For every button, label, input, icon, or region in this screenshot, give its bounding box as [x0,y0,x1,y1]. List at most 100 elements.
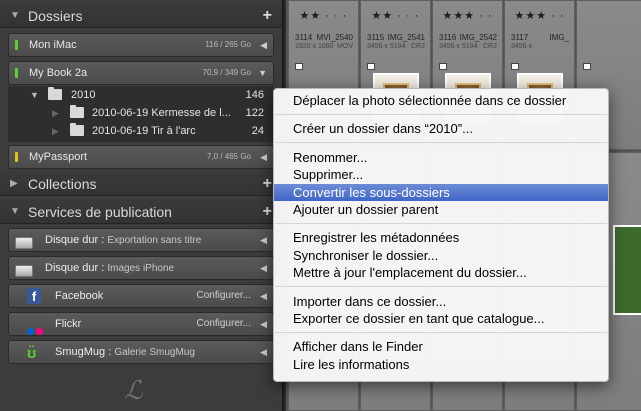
menu-item[interactable]: Enregistrer les métadonnées [274,229,608,246]
photo-filename: IMG_2541 [387,33,425,42]
menu-separator [275,331,607,333]
disclosure-triangle-icon[interactable]: ▼ [10,200,20,224]
volume-mon-imac[interactable]: Mon iMac 116 / 265 Go ◀ [8,33,274,57]
volume-name: My Book 2a [29,67,88,79]
service-disque-dur-export[interactable]: Disque dur : Exportation sans titre ◀ [8,228,274,252]
disclosure-triangle-icon[interactable]: ◀ [260,313,267,335]
service-sub: Galerie SmugMug [114,347,195,358]
photo-dimensions: 3456 x 5184 [367,43,406,50]
menu-item[interactable]: Afficher dans le Finder [274,338,608,355]
menu-item[interactable]: Convertir les sous-dossiers [274,183,608,201]
menu-separator [275,113,607,115]
photo-dimensions: 1920 x 1080 [295,43,334,50]
left-panel: ▼ Dossiers + Mon iMac 116 / 265 Go ◀ My … [0,0,284,411]
folder-icon [70,105,84,118]
configure-link[interactable]: Configurer... [197,313,251,335]
volume-size: 7,0 / 465 Go [206,152,251,161]
collections-title: Collections [28,176,97,192]
rating-stars[interactable]: ★★ · · · [289,9,358,22]
service-disque-dur-iphone[interactable]: Disque dur : Images iPhone ◀ [8,256,274,280]
service-facebook[interactable]: f Facebook Configurer... ◀ [8,284,274,308]
disclosure-triangle-icon[interactable]: ◀ [260,34,267,56]
service-name: Flickr [55,318,82,330]
flag-icon[interactable] [439,63,447,70]
folder-tir-a-larc[interactable]: ▶ 2010-06-19 Tir à l'arc 24 [8,122,274,140]
menu-item[interactable]: Mettre à jour l'emplacement du dossier..… [274,264,608,281]
disclosure-triangle-icon[interactable]: ▼ [10,4,20,28]
photo-dimensions: 3456 x 5184 [439,43,478,50]
plus-icon[interactable]: + [263,172,272,196]
menu-item[interactable]: Ajouter un dossier parent [274,201,608,218]
folder-kermesse[interactable]: ▶ 2010-06-19 Kermesse de l... 122 [8,104,274,122]
photo-thumbnail[interactable] [613,225,641,315]
menu-item[interactable]: Exporter ce dossier en tant que catalogu… [274,310,608,327]
configure-link[interactable]: Configurer... [197,285,251,307]
volume-status-icon [15,68,18,78]
service-smugmug[interactable]: ʊ̈ SmugMug : Galerie SmugMug ◀ [8,340,274,364]
service-flickr[interactable]: Flickr Configurer... ◀ [8,312,274,336]
disclosure-triangle-icon: ▶ [52,108,59,118]
service-name: Facebook [55,290,104,302]
folder-count: 24 [251,125,264,137]
volume-status-icon [15,152,18,162]
menu-item[interactable]: Lire les informations [274,356,608,373]
service-name: SmugMug : [55,346,112,358]
disclosure-triangle-icon[interactable]: ▼ [258,62,267,84]
service-label: Disque dur : Exportation sans titre [45,229,201,252]
photo-extension: CR2 [410,43,425,50]
menu-item[interactable]: Renommer... [274,149,608,166]
flag-icon[interactable] [511,63,519,70]
photo-index: 3115 [367,33,385,42]
rating-stars[interactable]: ★★ · · · [361,9,430,22]
smugmug-icon: ʊ̈ [27,345,37,362]
flickr-icon [27,321,45,335]
photo-index: 3114 [295,33,313,42]
folder-tree: ▼ 2010 146 ▶ 2010-06-19 Kermesse de l...… [8,86,274,142]
rating-stars[interactable]: ★★★ · · [433,9,502,22]
folder-name: 2010-06-19 Tir à l'arc [92,125,196,137]
disclosure-triangle-icon[interactable]: ▶ [10,172,18,196]
service-sub: Images iPhone [107,263,175,274]
rating-stars[interactable]: ★★★ · · [505,9,574,22]
disclosure-triangle-icon[interactable]: ◀ [260,229,267,251]
folder-icon [48,87,62,100]
disclosure-triangle-icon[interactable]: ◀ [260,146,267,168]
menu-item[interactable]: Importer dans ce dossier... [274,293,608,310]
services-title: Services de publication [28,204,172,220]
services-header[interactable]: ▼ Services de publication + [0,200,282,224]
plus-icon[interactable]: + [263,4,272,28]
folder-name: 2010-06-19 Kermesse de l... [92,107,231,119]
folder-count: 122 [245,107,264,119]
menu-item[interactable]: Créer un dossier dans “2010”... [274,120,608,137]
hard-disk-icon [15,265,33,277]
dossiers-title: Dossiers [28,8,83,24]
service-name: Disque dur : [45,234,105,246]
flag-icon[interactable] [367,63,375,70]
menu-separator [275,222,607,224]
photo-index: 3116 [439,33,457,42]
service-label: Disque dur : Images iPhone [45,257,174,280]
photo-index: 3117 [511,33,529,42]
photo-filename: IMG_2542 [459,33,497,42]
menu-separator [275,286,607,288]
menu-item[interactable]: Synchroniser le dossier... [274,247,608,264]
folder-2010[interactable]: ▼ 2010 146 [8,86,274,104]
disclosure-triangle-icon[interactable]: ◀ [260,341,267,363]
menu-item[interactable]: Supprimer... [274,166,608,183]
volume-my-book[interactable]: My Book 2a 70,9 / 349 Go ▼ [8,61,274,85]
flag-icon[interactable] [295,63,303,70]
service-name: Disque dur : [45,262,105,274]
lightroom-logo: ℒ [124,376,143,406]
volume-size: 116 / 265 Go [205,40,251,49]
disclosure-triangle-icon[interactable]: ▼ [30,86,39,104]
disclosure-triangle-icon[interactable]: ◀ [260,285,267,307]
volume-mypassport[interactable]: MyPassport 7,0 / 465 Go ◀ [8,145,274,169]
volume-name: MyPassport [29,151,88,163]
dossiers-header[interactable]: ▼ Dossiers + [0,4,282,28]
flag-icon[interactable] [583,63,591,70]
volume-size: 70,9 / 349 Go [202,68,251,77]
menu-item[interactable]: Déplacer la photo sélectionnée dans ce d… [274,92,608,109]
disclosure-triangle-icon[interactable]: ◀ [260,257,267,279]
plus-icon[interactable]: + [263,200,272,224]
collections-header[interactable]: ▶ Collections + [0,172,282,196]
